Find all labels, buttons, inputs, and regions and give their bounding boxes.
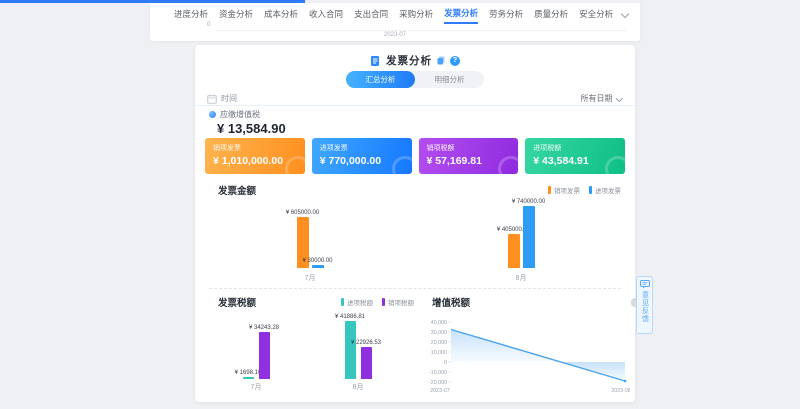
- bar-x-label: 7月: [305, 273, 316, 283]
- toggle-detail-analysis[interactable]: 明细分析: [415, 71, 484, 88]
- bar-x-label: 7月: [251, 382, 262, 392]
- kpi-card-label: 销项发票: [213, 143, 305, 153]
- date-range-select[interactable]: 所有日期: [581, 93, 613, 104]
- remnant-x-label: 2023-07: [150, 32, 640, 38]
- nav-tab-4[interactable]: 支出合同: [354, 4, 388, 23]
- kpi-card-label: 进项税额: [533, 143, 625, 153]
- kpi-card-label: 进项发票: [320, 143, 412, 153]
- vat-line-chart-title: 增值税额: [432, 295, 470, 309]
- bar-进项发票-7月: [312, 265, 324, 268]
- section-divider: [195, 105, 635, 106]
- bar-value-label: ¥ 30000.00: [302, 258, 332, 264]
- top-accent-bar: [0, 0, 305, 3]
- bar-销项发票-8月: [508, 234, 520, 268]
- dashed-divider: [209, 288, 621, 289]
- kpi-decoration-icon: [605, 156, 625, 174]
- bar-value-label: ¥ 34243.28: [249, 325, 279, 331]
- analysis-mode-toggle-wrap: 汇总分析 明细分析: [195, 71, 635, 88]
- nav-tab-0[interactable]: 进度分析: [174, 4, 208, 23]
- bar-value-label: ¥ 740000.00: [512, 199, 545, 205]
- bar-进项发票-8月: [523, 206, 535, 268]
- nav-tab-2[interactable]: 成本分析: [264, 4, 298, 23]
- kpi-decoration-icon: [498, 156, 518, 174]
- analysis-nav-bar: 进度分析资金分析成本分析收入合同支出合同采购分析发票分析劳务分析质量分析安全分析…: [150, 3, 640, 41]
- bar-销项税额-7月: [259, 332, 270, 379]
- nav-collapse-chevron-down-icon[interactable]: [621, 10, 629, 18]
- svg-text:20,000: 20,000: [431, 340, 447, 346]
- nav-tab-1[interactable]: 资金分析: [219, 4, 253, 23]
- chevron-down-icon[interactable]: [616, 95, 622, 101]
- chat-bubble-icon: [640, 280, 650, 289]
- bar-x-label: 8月: [516, 273, 527, 283]
- panel-title-row: 发票分析 ?: [195, 53, 635, 68]
- feedback-label: 意见反馈: [640, 291, 650, 323]
- bar-value-label: ¥ 1698.10: [235, 370, 262, 376]
- bar-x-label: 8月: [353, 382, 364, 392]
- kpi-card-2[interactable]: 销项税额¥ 57,169.81: [419, 138, 519, 174]
- remnant-gridline: [216, 30, 626, 31]
- feedback-button[interactable]: 意见反馈: [636, 276, 653, 334]
- kpi-card-label: 销项税额: [427, 143, 519, 153]
- kpi-card-row: 销项发票¥ 1,010,000.00进项发票¥ 770,000.00销项税额¥ …: [205, 138, 625, 174]
- svg-text:0: 0: [444, 360, 447, 366]
- svg-text:2023-07: 2023-07: [430, 388, 449, 394]
- bar-value-label: ¥ 22926.53: [351, 340, 381, 346]
- document-icon: [370, 55, 381, 67]
- nav-tab-5[interactable]: 采购分析: [399, 4, 433, 23]
- nav-tab-3[interactable]: 收入合同: [309, 4, 343, 23]
- page-title: 发票分析: [386, 53, 432, 68]
- kpi-card-0[interactable]: 销项发票¥ 1,010,000.00: [205, 138, 305, 174]
- svg-text:-10,000: -10,000: [429, 370, 447, 376]
- svg-text:-20,000: -20,000: [429, 380, 447, 386]
- svg-text:30,000: 30,000: [431, 330, 447, 336]
- svg-text:2023-08: 2023-08: [611, 388, 630, 394]
- analysis-mode-toggle: 汇总分析 明细分析: [346, 71, 484, 88]
- vat-line-chart: 40,000 30,000 20,000 10,000 0 -10,000 -20,000 2…: [425, 308, 630, 398]
- time-filter-row: 时间 所有日期: [207, 92, 623, 105]
- invoice-amount-bar-chart: ¥ 605000.00¥ 30000.007月¥ 405000.00¥ 7400…: [195, 192, 635, 284]
- invoice-analysis-page: 进度分析资金分析成本分析收入合同支出合同采购分析发票分析劳务分析质量分析安全分析…: [0, 0, 800, 409]
- svg-text:10,000: 10,000: [431, 350, 447, 356]
- nav-tab-7[interactable]: 劳务分析: [489, 4, 523, 23]
- vat-payable-label: 应缴增值税: [220, 109, 260, 120]
- nav-tab-6[interactable]: 发票分析: [444, 3, 478, 24]
- calendar-icon: [207, 94, 217, 104]
- remnant-axis-zero: 0: [207, 22, 210, 28]
- invoice-tax-bar-chart: ¥ 1698.10 ¥ 34243.28 7月 ¥ 41886.81 ¥ 22926.5…: [195, 301, 410, 393]
- nav-tabs: 进度分析资金分析成本分析收入合同支出合同采购分析发票分析劳务分析质量分析安全分析: [174, 3, 606, 24]
- svg-text:40,000: 40,000: [431, 320, 447, 326]
- bar-销项税额-8月: [361, 347, 372, 379]
- bar-value-label: ¥ 41886.81: [335, 314, 365, 320]
- kpi-card-3[interactable]: 进项税额¥ 43,584.91: [525, 138, 625, 174]
- nav-tab-9[interactable]: 安全分析: [579, 4, 613, 23]
- bar-进项税额-8月: [345, 321, 356, 379]
- toggle-summary-analysis[interactable]: 汇总分析: [346, 71, 415, 88]
- nav-tab-8[interactable]: 质量分析: [534, 4, 568, 23]
- question-circle-icon[interactable]: ?: [450, 56, 460, 66]
- invoice-analysis-panel: 发票分析 ? 汇总分析 明细分析 时间 所有日期: [195, 45, 635, 402]
- summary-bullet-icon: [209, 111, 216, 118]
- kpi-card-1[interactable]: 进项发票¥ 770,000.00: [312, 138, 412, 174]
- pages-icon: [437, 56, 445, 65]
- bar-value-label: ¥ 605000.00: [286, 210, 319, 216]
- vat-payable-value: ¥ 13,584.90: [217, 121, 286, 136]
- time-filter-label: 时间: [221, 93, 237, 104]
- bar-进项税额-7月: [243, 377, 254, 379]
